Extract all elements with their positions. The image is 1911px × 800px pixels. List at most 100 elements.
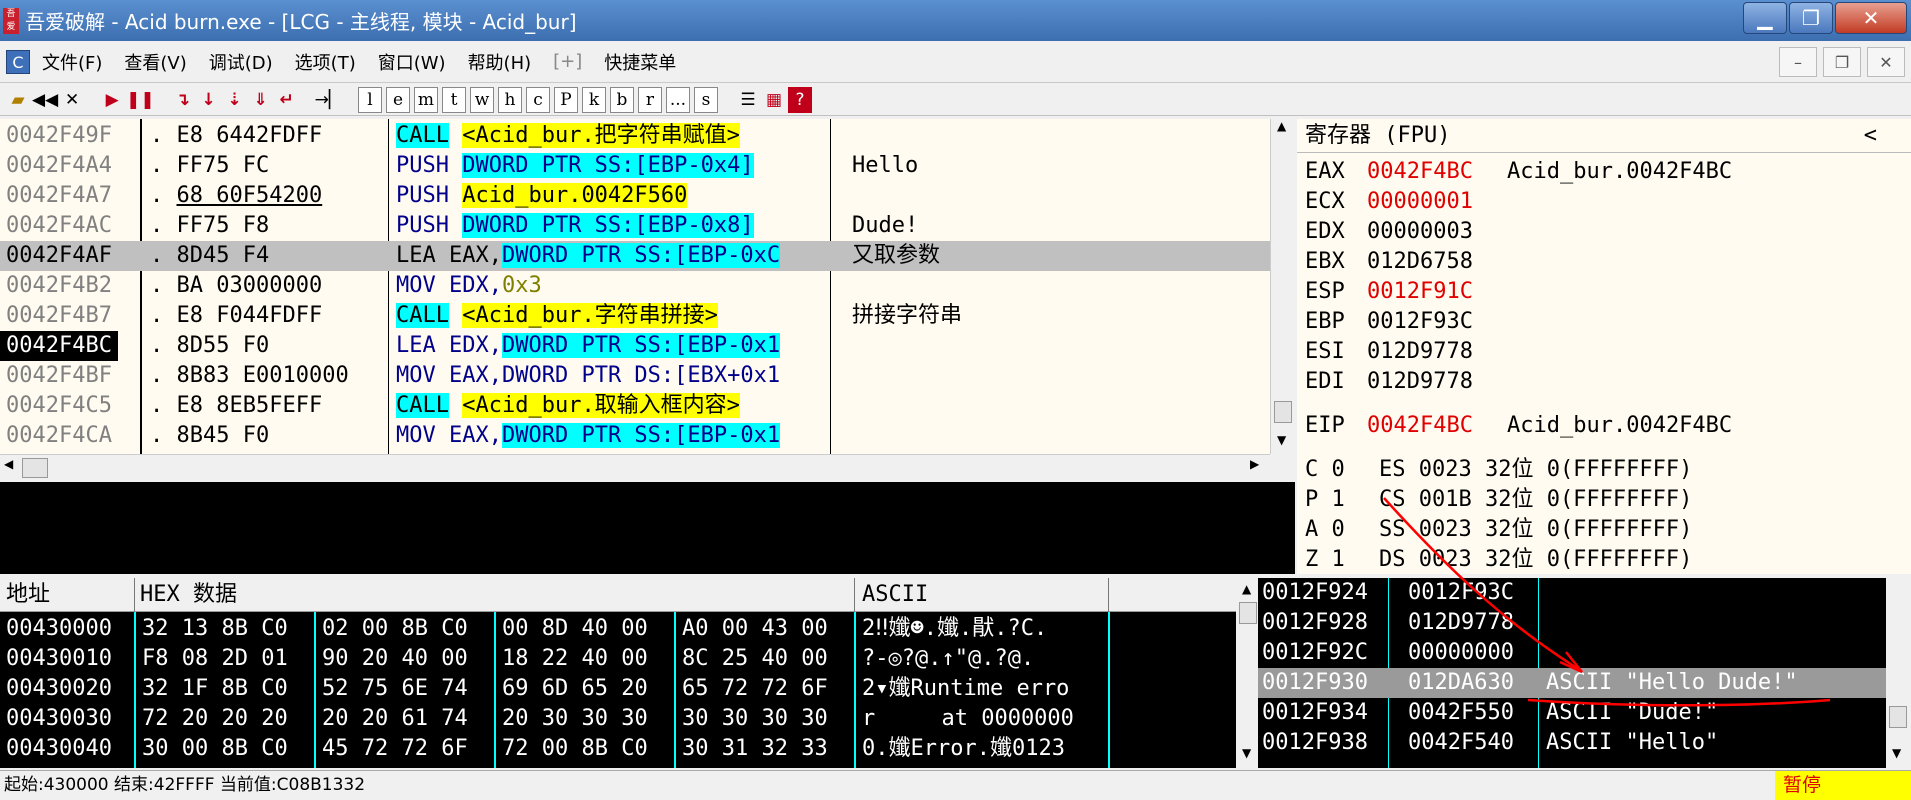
disasm-hex: FF75 F8 <box>176 213 270 238</box>
hex-dump-scrollbar[interactable]: ▲ ▼ <box>1236 578 1260 768</box>
disasm-row[interactable]: 0042F49F . E8 6442FDFF CALL <Acid_bur.把字… <box>0 121 1270 151</box>
toolbar-handles-button[interactable]: h <box>497 86 522 113</box>
flag-row[interactable]: P 1 CS 001B 32位 0(FFFFFFFF) <box>1305 485 1692 515</box>
disasm-row[interactable]: 0042F4C5 . E8 8EB5FEFF CALL <Acid_bur.取输… <box>0 391 1270 421</box>
register-row[interactable]: ESP 0012F91C <box>1305 277 1507 307</box>
toolbar-source-button[interactable]: s <box>693 86 718 113</box>
child-close-button[interactable]: ✕ <box>1867 47 1905 77</box>
toolbar-callstack-button[interactable]: k <box>581 86 606 113</box>
menu-plus[interactable]: [+] <box>553 51 582 72</box>
stack-scrollbar[interactable]: ▼ <box>1886 578 1911 768</box>
stack-row[interactable]: 0012F92C 00000000 <box>1258 638 1888 668</box>
scroll-left-icon[interactable]: ◀ <box>4 457 13 471</box>
toolbar-log-button[interactable]: l <box>357 86 382 113</box>
register-row[interactable]: ECX 00000001 <box>1305 187 1507 217</box>
pause-icon[interactable]: ❚❚ <box>126 87 155 113</box>
disasm-row[interactable]: 0042F4B2 . BA 03000000 MOV EDX,0x3 <box>0 271 1270 301</box>
scroll-up-icon[interactable]: ▲ <box>1277 119 1286 133</box>
disasm-row[interactable]: 0042F4A4 . FF75 FC PUSH DWORD PTR SS:[EB… <box>0 151 1270 181</box>
menu-options[interactable]: 选项(T) <box>295 49 356 75</box>
register-row-eip[interactable]: EIP 0042F4BC Acid_bur.0042F4BC <box>1305 411 1732 441</box>
stack-pane[interactable]: 0012F924 0012F93C 0012F928 012D9778 0012F9… <box>1258 578 1911 768</box>
disasm-row[interactable]: 0042F4AC . FF75 F8 PUSH DWORD PTR SS:[EB… <box>0 211 1270 241</box>
scroll-down-icon[interactable]: ▼ <box>1242 746 1251 760</box>
flag-row[interactable]: C 0 ES 0023 32位 0(FFFFFFFF) <box>1305 455 1692 485</box>
toolbar-references-button[interactable]: r <box>637 86 662 113</box>
menu-help[interactable]: 帮助(H) <box>468 49 532 75</box>
toolbar-memory-button[interactable]: m <box>413 86 438 113</box>
goto-icon[interactable]: →▏ <box>315 87 342 113</box>
disasm-op: MOV <box>396 423 436 448</box>
stack-row[interactable]: 0012F938 0042F540 ASCII "Hello" <box>1258 728 1888 758</box>
scroll-thumb[interactable] <box>22 458 48 478</box>
close-button[interactable]: ✕ <box>1835 2 1907 34</box>
register-row[interactable]: ESI 012D9778 <box>1305 337 1507 367</box>
disasm-hex: BA 03000000 <box>176 273 323 298</box>
registers-header[interactable]: 寄存器 (FPU) < <box>1297 119 1911 153</box>
disasm-vertical-scrollbar[interactable]: ▲ ▼ <box>1270 119 1295 454</box>
trace-over-icon[interactable]: ⇓ <box>249 87 273 113</box>
trace-into-icon[interactable]: ⇣ <box>223 87 247 113</box>
child-minimize-button[interactable]: – <box>1779 47 1817 77</box>
scroll-thumb[interactable] <box>1274 401 1292 423</box>
flag-row[interactable]: A 0 SS 0023 32位 0(FFFFFFFF) <box>1305 515 1692 545</box>
maximize-button[interactable]: ❐ <box>1789 2 1833 34</box>
collapse-arrow-icon[interactable]: < <box>1864 119 1877 153</box>
toolbar-cpu-button[interactable]: c <box>525 86 550 113</box>
list-icon[interactable]: ☰ <box>736 87 760 113</box>
header-address[interactable]: 地址 <box>6 578 50 612</box>
toolbar-windows-button[interactable]: w <box>469 86 494 113</box>
toolbar-threads-button[interactable]: t <box>441 86 466 113</box>
flag-row[interactable]: Z 1 DS 0023 32位 0(FFFFFFFF) <box>1305 545 1692 574</box>
menu-file[interactable]: 文件(F) <box>42 49 102 75</box>
disasm-row[interactable]: 0042F4B7 . E8 F044FDFF CALL <Acid_bur.字符… <box>0 301 1270 331</box>
restart-icon[interactable]: ◀◀ <box>32 87 58 113</box>
disasm-row[interactable]: 0042F4CA . 8B45 F0 MOV EAX,DWORD PTR SS:… <box>0 421 1270 451</box>
step-over-icon[interactable]: ↓ <box>197 87 221 113</box>
stack-row[interactable]: 0012F928 012D9778 <box>1258 608 1888 638</box>
disassembly-pane[interactable]: 0042F49F . E8 6442FDFF CALL <Acid_bur.把字… <box>0 119 1295 454</box>
stack-row[interactable]: 0012F934 0042F550 ASCII "Dude!" <box>1258 698 1888 728</box>
register-row[interactable]: EBP 0012F93C <box>1305 307 1507 337</box>
scroll-right-icon[interactable]: ▶ <box>1250 457 1259 471</box>
step-into-icon[interactable]: ↴ <box>171 87 195 113</box>
menu-view[interactable]: 查看(V) <box>124 49 186 75</box>
scroll-up-icon[interactable]: ▲ <box>1242 582 1251 596</box>
execute-till-return-icon[interactable]: ↵ <box>275 87 299 113</box>
disasm-row-selected[interactable]: 0042F4AF . 8D45 F4 LEA EAX,DWORD PTR SS:… <box>0 241 1270 271</box>
toolbar-modules-button[interactable]: e <box>385 86 410 113</box>
open-folder-icon[interactable]: ▰ <box>6 87 30 113</box>
register-row[interactable]: EAX 0042F4BC Acid_bur.0042F4BC <box>1305 157 1732 187</box>
register-row[interactable]: EDI 012D9778 <box>1305 367 1507 397</box>
header-hex[interactable]: HEX 数据 <box>140 578 237 612</box>
scroll-down-icon[interactable]: ▼ <box>1892 746 1901 760</box>
help-button[interactable]: ? <box>787 86 812 113</box>
scroll-down-icon[interactable]: ▼ <box>1277 433 1286 447</box>
menu-shortcuts[interactable]: 快捷菜单 <box>604 49 676 75</box>
register-row[interactable]: EBX 012D6758 <box>1305 247 1507 277</box>
disasm-row-eip[interactable]: 0042F4BC . 8D55 F0 LEA EDX,DWORD PTR SS:… <box>0 331 1270 361</box>
menu-window[interactable]: 窗口(W) <box>378 49 446 75</box>
header-ascii[interactable]: ASCII <box>862 578 928 612</box>
grid-icon[interactable]: ▦ <box>762 87 786 113</box>
hex-dump-pane[interactable]: 地址 HEX 数据 ASCII 00430000 32 13 8B C0 02 … <box>0 578 1242 768</box>
toolbar-patches-button[interactable]: P <box>553 86 578 113</box>
mdi-child-icon[interactable]: C <box>6 49 30 74</box>
toolbar-runtrace-button[interactable]: ... <box>665 86 690 113</box>
disasm-horizontal-scrollbar[interactable]: ◀ ▶ <box>0 454 1270 480</box>
register-row[interactable]: EDX 00000003 <box>1305 217 1507 247</box>
close-program-icon[interactable]: ✕ <box>60 87 84 113</box>
registers-pane[interactable]: 寄存器 (FPU) < EAX 0042F4BC Acid_bur.0042F4BC… <box>1297 119 1911 574</box>
run-icon[interactable]: ▶ <box>100 87 124 113</box>
disasm-row[interactable]: 0042F4A7 . 68 60F54200 PUSH Acid_bur.004… <box>0 181 1270 211</box>
menu-debug[interactable]: 调试(D) <box>209 49 273 75</box>
scroll-thumb[interactable] <box>1889 706 1907 728</box>
disasm-row[interactable]: 0042F4BF . 8B83 E0010000 MOV EAX,DWORD P… <box>0 361 1270 391</box>
scroll-thumb[interactable] <box>1239 602 1257 624</box>
toolbar-breakpoints-button[interactable]: b <box>609 86 634 113</box>
child-restore-button[interactable]: ❐ <box>1823 47 1861 77</box>
minimize-button[interactable]: ▁ <box>1743 2 1787 34</box>
stack-row[interactable]: 0012F924 0012F93C <box>1258 578 1888 608</box>
stack-row-selected[interactable]: 0012F930 012DA630 ASCII "Hello Dude!" <box>1258 668 1888 698</box>
stack-comment: ASCII "Hello Dude!" <box>1546 670 1798 695</box>
